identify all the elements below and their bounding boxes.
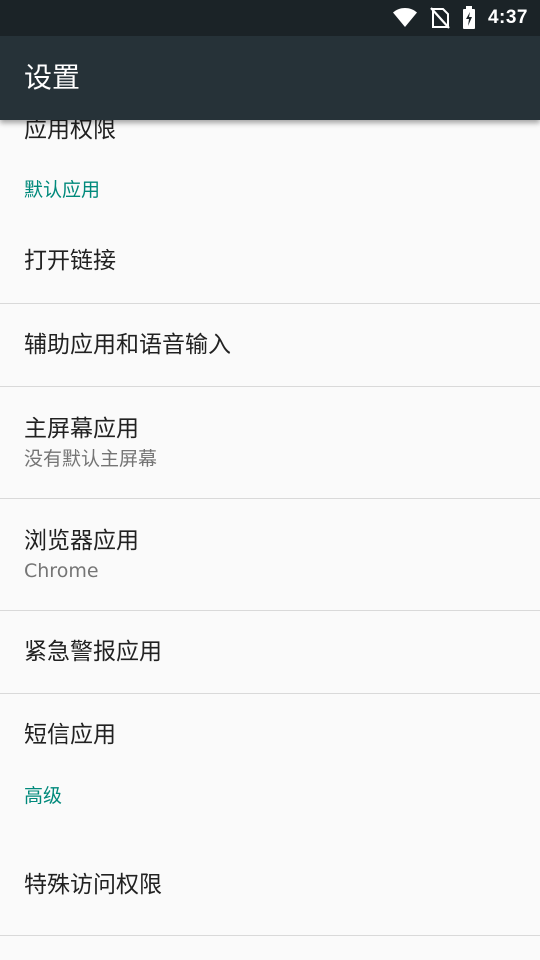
setting-item-app-permissions[interactable]: 应用权限 [0, 120, 540, 162]
setting-item-special-access[interactable]: 特殊访问权限 [0, 834, 540, 936]
setting-item-title: 主屏幕应用 [24, 415, 139, 442]
setting-item-title: 短信应用 [24, 722, 116, 748]
status-bar: 4:37 [0, 0, 540, 36]
settings-list-items: 应用权限 默认应用 打开链接 辅助应用和语音输入 主屏幕应用 没有默认主屏幕 浏… [0, 120, 540, 936]
setting-item-summary: Chrome [24, 559, 99, 582]
category-title: 高级 [24, 785, 63, 807]
settings-list[interactable]: 应用权限 默认应用 打开链接 辅助应用和语音输入 主屏幕应用 没有默认主屏幕 浏… [0, 120, 540, 960]
status-time: 4:37 [487, 7, 528, 28]
setting-item-open-links[interactable]: 打开链接 [0, 219, 540, 304]
category-title: 默认应用 [24, 179, 101, 201]
wifi-icon [392, 7, 418, 29]
setting-item-emergency-alerts[interactable]: 紧急警报应用 [0, 611, 540, 694]
setting-item-title: 紧急警报应用 [24, 639, 162, 665]
page-title: 设置 [24, 61, 81, 94]
category-header-default-apps: 默认应用 [0, 162, 540, 219]
setting-item-browser-app[interactable]: 浏览器应用 Chrome [0, 499, 540, 611]
setting-item-sms-app[interactable]: 短信应用 [0, 694, 540, 776]
setting-item-title: 浏览器应用 [24, 527, 139, 554]
no-sim-icon [430, 7, 450, 29]
app-bar: 设置 [0, 36, 540, 120]
setting-item-home-app[interactable]: 主屏幕应用 没有默认主屏幕 [0, 387, 540, 499]
battery-charging-icon [462, 6, 476, 30]
setting-item-title: 打开链接 [24, 248, 116, 274]
setting-item-title: 辅助应用和语音输入 [24, 332, 231, 358]
setting-item-title: 特殊访问权限 [24, 871, 162, 898]
setting-item-title: 应用权限 [24, 120, 116, 143]
category-header-advanced: 高级 [0, 776, 540, 834]
setting-item-summary: 没有默认主屏幕 [24, 447, 158, 470]
setting-item-assist-voice[interactable]: 辅助应用和语音输入 [0, 304, 540, 387]
settings-screen: 4:37 设置 应用权限 默认应用 打开链接 辅助应用和语音输入 主屏幕应用 没… [0, 0, 540, 960]
